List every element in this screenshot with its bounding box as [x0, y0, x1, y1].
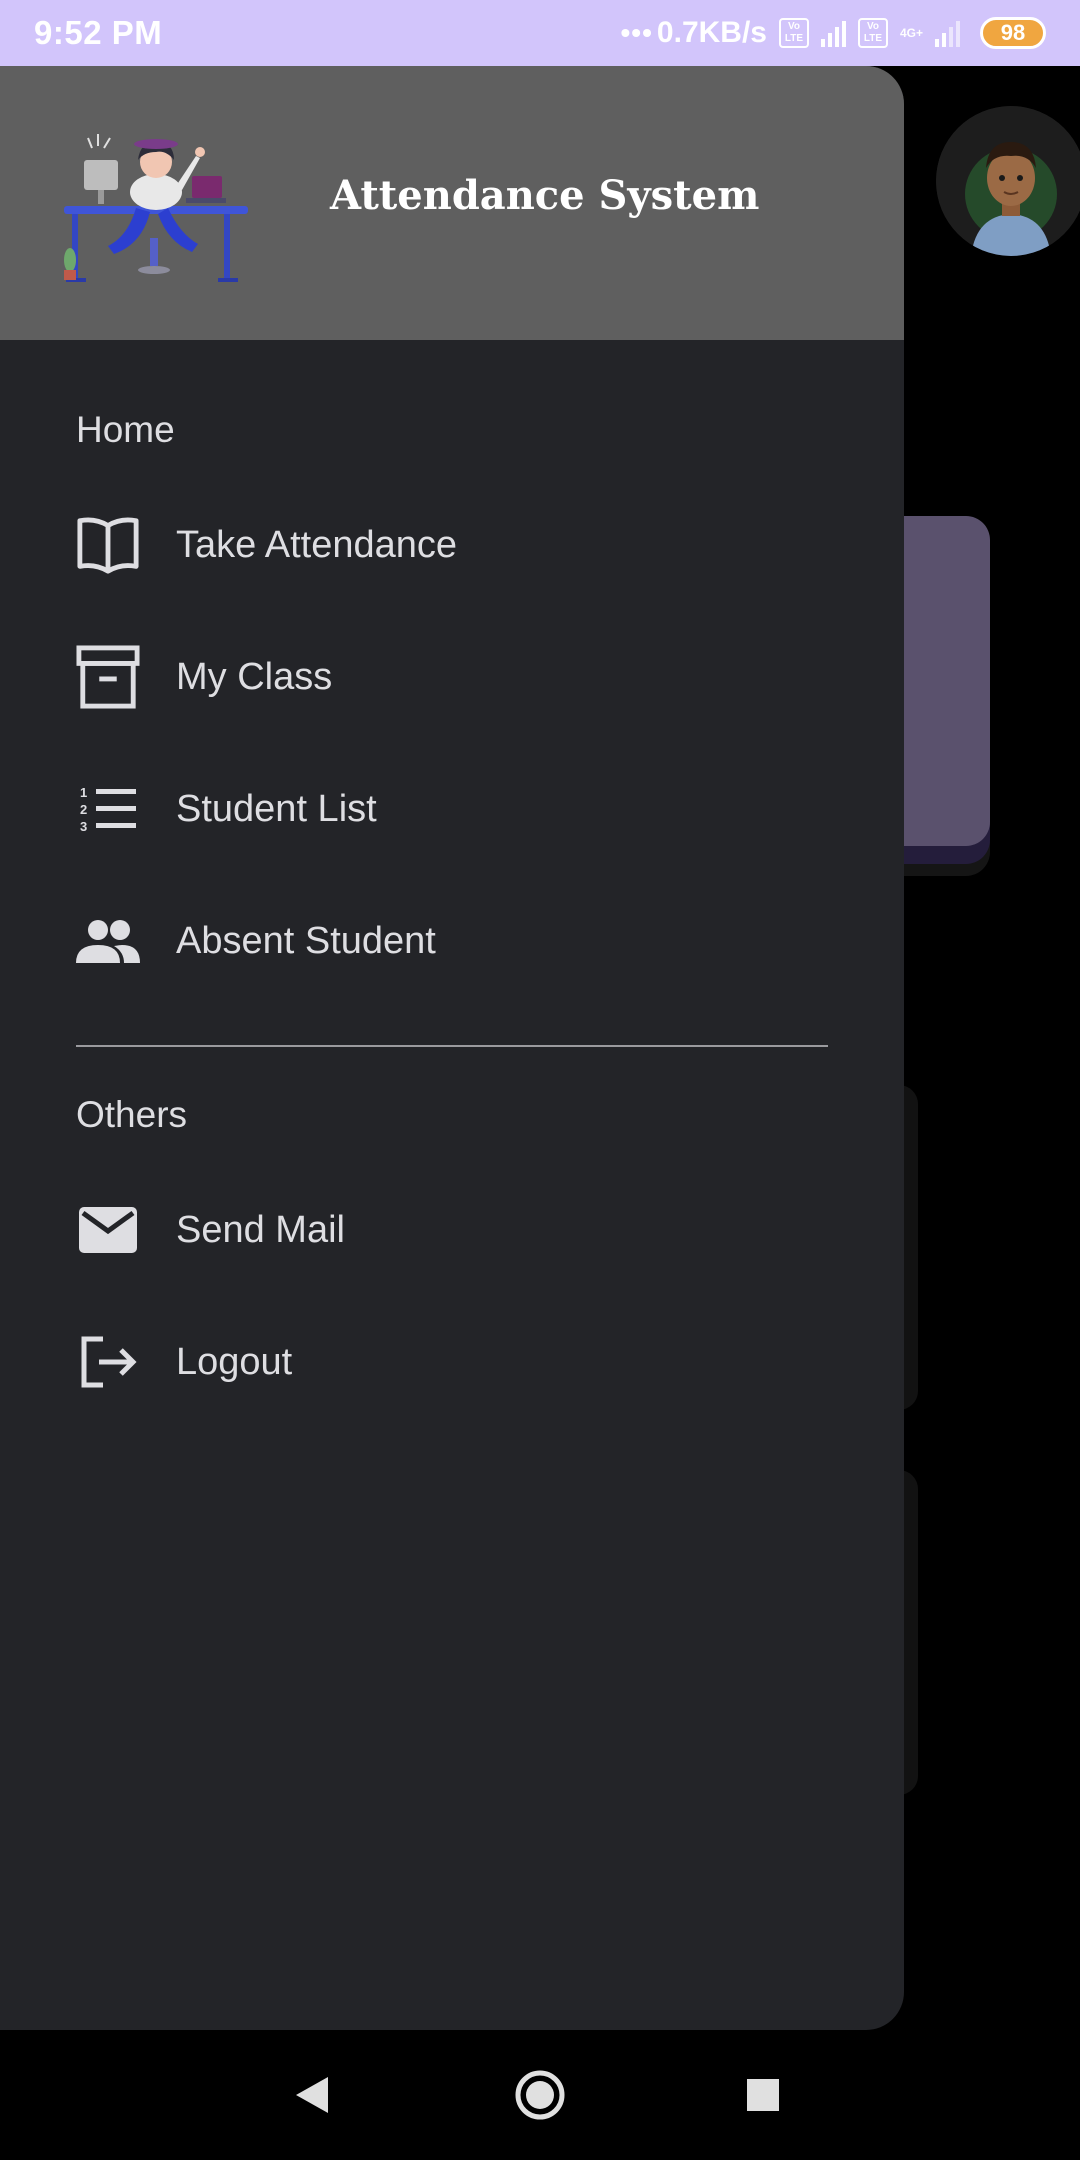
svg-text:2: 2: [80, 802, 87, 817]
app-title: Attendance System: [330, 172, 760, 219]
network-type: 4G+: [900, 27, 923, 39]
volte-badge-text: Vo LTE: [784, 21, 804, 44]
back-triangle-icon: [296, 2077, 328, 2113]
navigation-drawer: Attendance System Home Take Attendance M…: [0, 66, 904, 2030]
battery-level: 98: [1000, 20, 1026, 45]
system-navigation-bar: [0, 2030, 1080, 2160]
menu-item-label: Absent Student: [176, 919, 436, 962]
recents-button[interactable]: [703, 2030, 823, 2160]
volte-badge-sim2: Vo LTE: [857, 18, 888, 48]
menu-item-label: My Class: [176, 655, 333, 698]
group-people-icon: [76, 909, 140, 973]
book-open-icon: [76, 513, 140, 577]
menu-item-label: Take Attendance: [176, 523, 457, 566]
svg-text:3: 3: [80, 819, 87, 834]
network-type-label: 4G+: [899, 26, 923, 40]
network-speed: ••• 0.7KB/s: [621, 16, 767, 50]
menu-item-label: Student List: [176, 787, 377, 830]
volte-badge-text: Vo LTE: [863, 21, 883, 44]
menu-item-take-attendance[interactable]: Take Attendance: [76, 495, 836, 595]
status-bar: 9:52 PM ••• 0.7KB/s Vo LTE Vo LTE 4G+ 98: [0, 0, 1080, 66]
mail-icon: [76, 1198, 140, 1262]
menu-item-send-mail[interactable]: Send Mail: [76, 1180, 836, 1280]
menu-item-student-list[interactable]: 1 2 3 Student List: [76, 759, 836, 859]
section-divider: [76, 1045, 828, 1047]
section-label-others: Others: [76, 1094, 188, 1135]
svg-text:1: 1: [80, 785, 87, 800]
signal-strength-icon: [820, 19, 846, 47]
volte-badge-sim1: Vo LTE: [778, 18, 809, 48]
logout-icon: [76, 1330, 140, 1394]
ellipsis-icon: •••: [620, 17, 653, 48]
signal-strength-icon-sim2: [935, 19, 960, 47]
section-label-home: Home: [76, 409, 175, 450]
status-indicators: ••• 0.7KB/s Vo LTE Vo LTE 4G+ 98: [621, 16, 1046, 50]
user-avatar[interactable]: [936, 106, 1080, 256]
avatar-person-illustration: [936, 106, 1080, 256]
menu-item-logout[interactable]: Logout: [76, 1312, 836, 1412]
network-speed-value: 0.7KB/s: [656, 16, 767, 49]
archive-box-icon: [76, 645, 140, 709]
home-circle-icon: [515, 2070, 565, 2120]
status-time: 9:52 PM: [34, 14, 163, 51]
menu-item-label: Send Mail: [176, 1208, 345, 1251]
back-button[interactable]: [252, 2030, 372, 2160]
battery-icon: 98: [980, 17, 1046, 49]
menu-item-my-class[interactable]: My Class: [76, 627, 836, 727]
student-at-desk-illustration: [64, 134, 248, 282]
numbered-list-icon: 1 2 3: [76, 777, 140, 841]
menu-item-absent-student[interactable]: Absent Student: [76, 891, 836, 991]
menu-item-label: Logout: [176, 1340, 293, 1383]
recents-square-icon: [747, 2079, 779, 2111]
home-button[interactable]: [480, 2030, 600, 2160]
drawer-header: Attendance System: [0, 66, 904, 340]
